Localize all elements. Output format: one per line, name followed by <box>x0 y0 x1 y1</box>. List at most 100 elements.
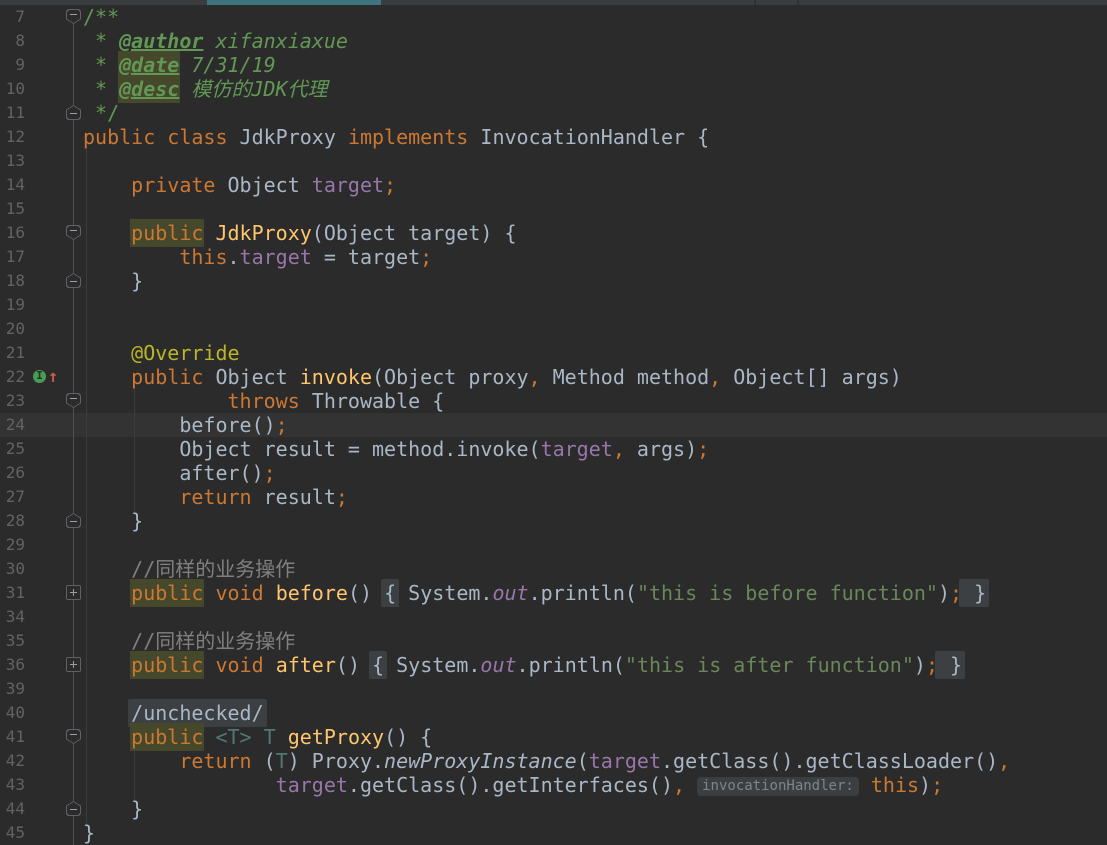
gutter[interactable]: 43 <box>0 773 83 797</box>
gutter[interactable]: 27 <box>0 485 83 509</box>
code-line[interactable]: 44 } <box>0 797 1107 821</box>
gutter[interactable]: 25 <box>0 437 83 461</box>
gutter[interactable]: 30 <box>0 557 83 581</box>
folded-region[interactable]: } <box>959 579 990 607</box>
gutter[interactable]: 19 <box>0 293 83 317</box>
code-line[interactable]: 36 public void after() { System.out.prin… <box>0 651 1107 679</box>
code-line[interactable]: 16 public JdkProxy(Object target) { <box>0 219 1107 247</box>
gutter[interactable]: 9 <box>0 53 83 77</box>
code-line[interactable]: 13 <box>0 149 1107 173</box>
gutter[interactable]: 26 <box>0 461 83 485</box>
code-token: .println( <box>528 581 637 605</box>
code-line[interactable]: 15 <box>0 197 1107 221</box>
gutter[interactable]: 11 <box>0 101 83 125</box>
gutter[interactable]: 44 <box>0 797 83 821</box>
fold-collapse-icon[interactable] <box>66 105 81 120</box>
gutter[interactable]: 40 <box>0 701 83 725</box>
code-line[interactable]: 19 <box>0 293 1107 317</box>
fold-collapse-icon[interactable] <box>66 225 81 240</box>
line-number: 20 <box>5 319 25 338</box>
fold-expand-icon[interactable] <box>66 585 81 600</box>
gutter[interactable]: 18 <box>0 269 83 293</box>
gutter[interactable]: 17 <box>0 245 83 269</box>
gutter[interactable]: 34 <box>0 605 83 629</box>
code-line[interactable]: 14 private Object target; <box>0 173 1107 197</box>
code-line[interactable]: 26 after(); <box>0 461 1107 485</box>
fold-expand-icon[interactable] <box>66 657 81 672</box>
gutter[interactable]: 7 <box>0 5 83 29</box>
code-line[interactable]: 30 //同样的业务操作 <box>0 557 1107 581</box>
code-line[interactable]: 29 <box>0 533 1107 557</box>
code-line[interactable]: 21 @Override <box>0 341 1107 365</box>
code-line[interactable]: 9 * @date 7/31/19 <box>0 51 1107 79</box>
code-line[interactable]: 31 public void before() { System.out.pri… <box>0 579 1107 607</box>
gutter[interactable]: 31 <box>0 581 83 605</box>
code-line[interactable]: 45} <box>0 821 1107 845</box>
code-line[interactable]: 8 * @author xifanxiaxue <box>0 29 1107 53</box>
code-line[interactable]: 43 target.getClass().getInterfaces(), in… <box>0 773 1107 797</box>
code-token: ; <box>384 173 397 197</box>
code-line[interactable]: 25 Object result = method.invoke(target,… <box>0 437 1107 461</box>
code-line[interactable]: 35 //同样的业务操作 <box>0 629 1107 653</box>
parameter-name-hint[interactable]: invocationHandler: <box>697 777 859 796</box>
code-token: ) <box>919 773 932 797</box>
code-line[interactable]: 10 * @desc 模仿的JDK代理 <box>0 75 1107 103</box>
code-line[interactable]: 7 /** <box>0 5 1107 29</box>
gutter[interactable]: 29 <box>0 533 83 557</box>
gutter[interactable]: 22 ↑ <box>0 365 83 389</box>
line-number: 22 <box>5 367 25 386</box>
gutter[interactable]: 12 <box>0 125 83 149</box>
code-token: target <box>239 245 312 269</box>
fold-collapse-icon[interactable] <box>66 273 81 288</box>
gutter[interactable]: 15 <box>0 197 83 221</box>
code-line[interactable]: 27 return result; <box>0 485 1107 509</box>
code-line[interactable]: 28 } <box>0 509 1107 533</box>
code-line[interactable]: 18 } <box>0 269 1107 293</box>
gutter[interactable]: 8 <box>0 29 83 53</box>
gutter[interactable]: 41 <box>0 725 83 749</box>
code-line[interactable]: 40 /unchecked/ <box>0 699 1107 727</box>
code-line[interactable]: 39 <box>0 677 1107 701</box>
code-text: throws Throwable { <box>83 389 1107 413</box>
code-token: } <box>83 821 96 845</box>
gutter[interactable]: 14 <box>0 173 83 197</box>
gutter[interactable]: 13 <box>0 149 83 173</box>
fold-collapse-icon[interactable] <box>66 729 81 744</box>
code-token: InvocationHandler { <box>468 125 710 149</box>
code-line[interactable]: 20 <box>0 317 1107 341</box>
fold-collapse-icon[interactable] <box>66 513 81 528</box>
code-line[interactable]: 22 ↑ public Object invoke(Object proxy, M… <box>0 365 1107 389</box>
fold-collapse-icon[interactable] <box>66 9 81 24</box>
code-line[interactable]: 17 this.target = target; <box>0 245 1107 269</box>
line-number: 12 <box>5 127 25 146</box>
code-editor[interactable]: 7/** 8 * @author xifanxiaxue 9 * @date 7/3… <box>0 5 1107 845</box>
code-line[interactable]: 42 return (T) Proxy.newProxyInstance(tar… <box>0 749 1107 773</box>
navigate-up-arrow-icon[interactable]: ↑ <box>48 365 58 389</box>
code-line[interactable]: 34 <box>0 605 1107 629</box>
gutter[interactable]: 24 <box>0 413 83 437</box>
code-line[interactable]: 23 throws Throwable { <box>0 389 1107 413</box>
gutter[interactable]: 45 <box>0 821 83 845</box>
gutter[interactable]: 23 <box>0 389 83 413</box>
gutter[interactable]: 10 <box>0 77 83 101</box>
gutter[interactable]: 16 <box>0 221 83 245</box>
gutter[interactable]: 39 <box>0 677 83 701</box>
fold-collapse-icon[interactable] <box>66 801 81 816</box>
gutter[interactable]: 21 <box>0 341 83 365</box>
code-token: class <box>167 125 228 149</box>
gutter[interactable]: 35 <box>0 629 83 653</box>
gutter[interactable]: 20 <box>0 317 83 341</box>
code-line[interactable]: 12 public class JdkProxy implements Invoc… <box>0 125 1107 149</box>
gutter[interactable]: 42 <box>0 749 83 773</box>
folded-region[interactable]: } <box>934 651 966 679</box>
gutter[interactable]: 28 <box>0 509 83 533</box>
fold-collapse-icon[interactable] <box>66 393 81 408</box>
gutter[interactable]: 36 <box>0 653 83 677</box>
code-line[interactable]: 11 */ <box>0 101 1107 125</box>
code-line-caret[interactable]: 24 before(); <box>0 413 1107 437</box>
code-line[interactable]: 41 public <T> T getProxy() { <box>0 723 1107 751</box>
implements-method-icon[interactable] <box>33 369 46 383</box>
